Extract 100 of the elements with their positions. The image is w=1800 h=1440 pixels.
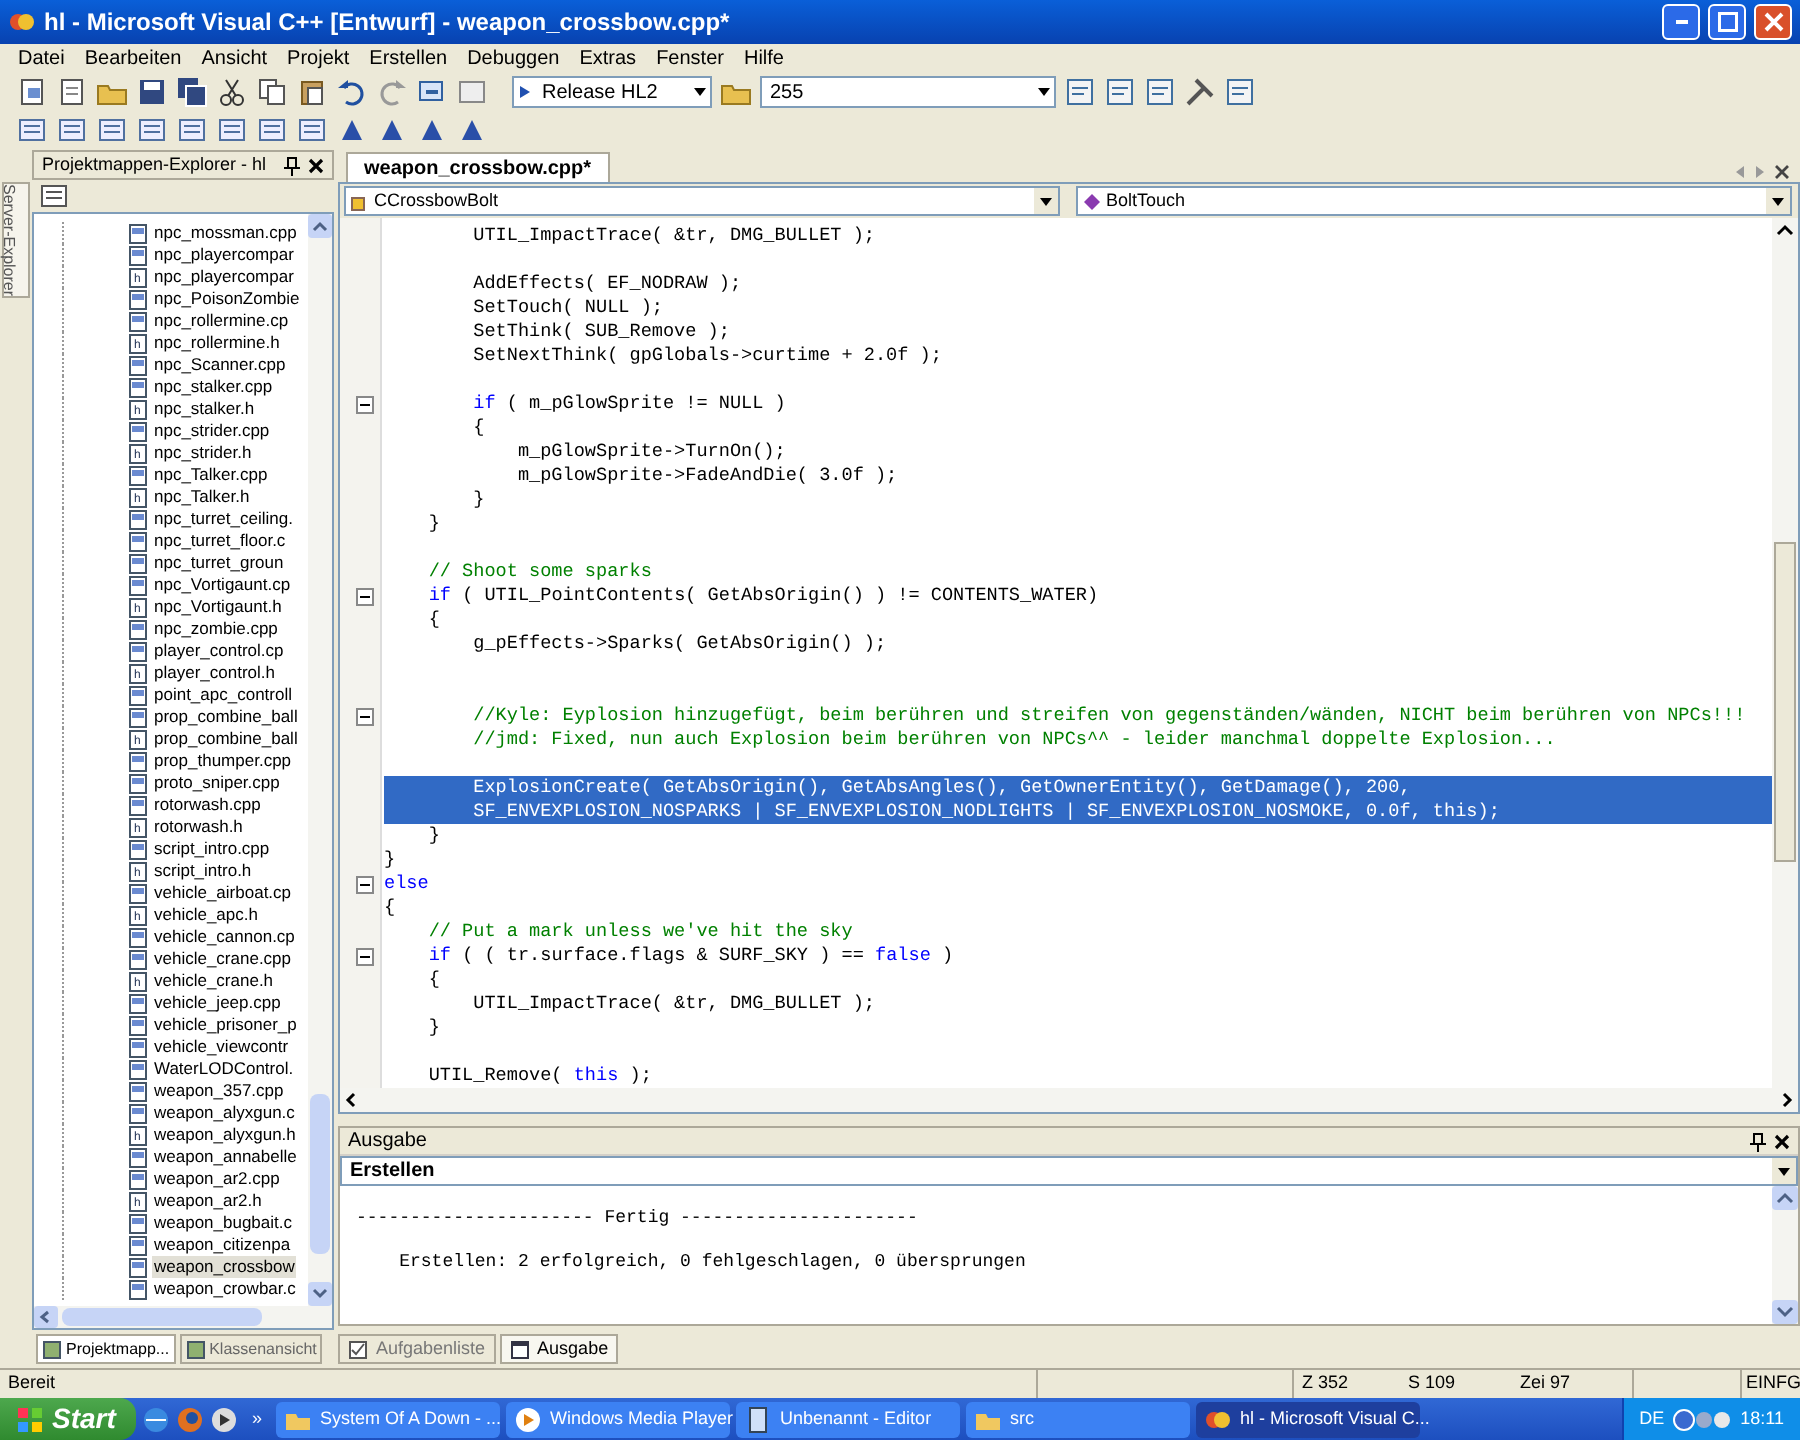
media-icon[interactable]	[210, 1405, 238, 1433]
tree-item[interactable]: npc_strider.h	[152, 442, 254, 464]
tree-item[interactable]: weapon_annabelle	[152, 1146, 299, 1168]
minimize-button[interactable]	[1662, 4, 1700, 40]
start-button[interactable]: Start	[0, 1398, 136, 1440]
tree-item[interactable]: npc_Talker.cpp	[152, 464, 270, 486]
collapse-icon[interactable]	[356, 947, 374, 965]
tree-item[interactable]: vehicle_crane.cpp	[152, 948, 294, 970]
tree-item[interactable]: npc_mossman.cpp	[152, 222, 299, 244]
tree-item[interactable]: vehicle_crane.h	[152, 970, 276, 992]
vertical-scrollbar[interactable]	[308, 214, 332, 1306]
tree-item[interactable]: npc_playercompar	[152, 266, 296, 288]
tree-item[interactable]: weapon_alyxgun.c	[152, 1102, 297, 1124]
tree-item[interactable]: prop_thumper.cpp	[152, 750, 294, 772]
tree-item[interactable]: npc_Vortigaunt.h	[152, 596, 284, 618]
scissors-icon[interactable]	[216, 76, 248, 108]
tree-item[interactable]: npc_strider.cpp	[152, 420, 272, 442]
configuration-dropdown[interactable]: Release HL2	[512, 76, 712, 108]
taskbar-button[interactable]: Unbenannt - Editor	[736, 1401, 961, 1437]
editor-tab[interactable]: weapon_crossbow.cpp*	[346, 152, 610, 182]
scrollbar-thumb[interactable]	[1774, 542, 1796, 862]
tree-item[interactable]: prop_combine_ball	[152, 706, 300, 728]
close-icon[interactable]	[1774, 1133, 1790, 1149]
menu-item[interactable]: Hilfe	[733, 43, 794, 73]
tree-item[interactable]: weapon_357.cpp	[152, 1080, 286, 1102]
class-dropdown[interactable]: CCrossbowBolt	[344, 186, 1060, 216]
search-combo[interactable]: 255	[760, 76, 1056, 108]
tray-icons[interactable]	[1672, 1405, 1733, 1433]
tree-item[interactable]: npc_turret_floor.c	[152, 530, 288, 552]
horizontal-scrollbar[interactable]	[34, 1306, 332, 1328]
menu-item[interactable]: Erstellen	[359, 43, 458, 73]
tree-item[interactable]: weapon_bugbait.c	[152, 1212, 295, 1234]
scrollbar-thumb[interactable]	[62, 1308, 262, 1326]
collapse-icon[interactable]	[356, 707, 374, 725]
tree-item[interactable]: prop_combine_ball	[152, 728, 300, 750]
tree-item[interactable]: npc_turret_ceiling.	[152, 508, 295, 530]
tree-item[interactable]: npc_turret_groun	[152, 552, 286, 574]
taskbar-button[interactable]: src	[966, 1401, 1191, 1437]
tree-item[interactable]: point_apc_controll	[152, 684, 294, 706]
tab-navigation-icon[interactable]	[1732, 162, 1792, 182]
menu-item[interactable]: Debuggen	[457, 43, 570, 73]
menu-item[interactable]: Ansicht	[191, 43, 278, 73]
tree-item[interactable]: vehicle_airboat.cp	[152, 882, 294, 904]
tree-item[interactable]: rotorwash.h	[152, 816, 245, 838]
panel-tab[interactable]: Klassenansicht	[179, 1334, 323, 1364]
tree-item[interactable]: vehicle_cannon.cp	[152, 926, 297, 948]
tree-item[interactable]: player_control.cp	[152, 640, 286, 662]
close-button[interactable]	[1754, 4, 1792, 40]
pin-icon[interactable]	[1750, 1131, 1766, 1151]
tree-item[interactable]: npc_zombie.cpp	[152, 618, 280, 640]
menu-item[interactable]: Projekt	[277, 43, 360, 73]
tree-item[interactable]: weapon_crowbar.c	[152, 1278, 298, 1300]
collapse-icon[interactable]	[356, 587, 374, 605]
tree-item[interactable]: npc_Vortigaunt.cp	[152, 574, 293, 596]
tree-item[interactable]: npc_PoisonZombie	[152, 288, 302, 310]
tree-item[interactable]: npc_playercompar	[152, 244, 296, 266]
side-tab[interactable]: Server-Explorer	[2, 182, 30, 299]
collapse-icon[interactable]	[356, 875, 374, 893]
tree-item[interactable]: npc_stalker.cpp	[152, 376, 275, 398]
copy-icon[interactable]	[256, 76, 288, 108]
maximize-button[interactable]	[1708, 4, 1746, 40]
tree-item[interactable]: vehicle_viewcontr	[152, 1036, 291, 1058]
menu-item[interactable]: Bearbeiten	[74, 43, 192, 73]
pin-icon[interactable]	[284, 155, 300, 175]
tree-item[interactable]: weapon_alyxgun.h	[152, 1124, 298, 1146]
tree-item[interactable]: player_control.h	[152, 662, 277, 684]
menu-item[interactable]: Extras	[569, 43, 647, 73]
taskbar-button[interactable]: Windows Media Player	[506, 1401, 731, 1437]
tree-item[interactable]: npc_Talker.h	[152, 486, 252, 508]
tree-item[interactable]: npc_rollermine.h	[152, 332, 282, 354]
output-source-dropdown[interactable]: Erstellen	[340, 1156, 1798, 1186]
tree-item[interactable]: script_intro.h	[152, 860, 254, 882]
vertical-scrollbar[interactable]	[1772, 1186, 1798, 1324]
tree-item[interactable]: WaterLODControl.	[152, 1058, 296, 1080]
tree-item[interactable]: npc_Scanner.cpp	[152, 354, 288, 376]
close-icon[interactable]	[308, 157, 324, 173]
tree-item[interactable]: weapon_ar2.cpp	[152, 1168, 282, 1190]
panel-tab[interactable]: Ausgabe	[499, 1334, 619, 1364]
browser-icon[interactable]	[142, 1405, 170, 1433]
taskbar-button[interactable]: System Of A Down - ...	[276, 1401, 501, 1437]
tree-item[interactable]: vehicle_apc.h	[152, 904, 260, 926]
tools-icon[interactable]	[1184, 76, 1216, 108]
collapse-icon[interactable]	[356, 395, 374, 413]
tree-item[interactable]: vehicle_jeep.cpp	[152, 992, 283, 1014]
vertical-scrollbar[interactable]	[1772, 218, 1798, 1088]
tree-item[interactable]: proto_sniper.cpp	[152, 772, 282, 794]
tree-item[interactable]: weapon_crossbow	[152, 1256, 297, 1278]
tree-item[interactable]: weapon_citizenpa	[152, 1234, 293, 1256]
menu-item[interactable]: Datei	[8, 43, 75, 73]
menu-item[interactable]: Fenster	[646, 43, 734, 73]
tree-item[interactable]: npc_stalker.h	[152, 398, 257, 420]
tree-item[interactable]: weapon_ar2.h	[152, 1190, 264, 1212]
paste-icon[interactable]	[296, 76, 328, 108]
tree-item[interactable]: npc_rollermine.cp	[152, 310, 291, 332]
scrollbar-thumb[interactable]	[310, 1094, 330, 1254]
tree-item[interactable]: rotorwash.cpp	[152, 794, 263, 816]
tree-item[interactable]: vehicle_prisoner_p	[152, 1014, 299, 1036]
overflow-chevron[interactable]: »	[244, 1405, 271, 1433]
panel-tab[interactable]: Projektmapp...	[36, 1334, 176, 1364]
save-all-icon[interactable]	[176, 76, 208, 108]
